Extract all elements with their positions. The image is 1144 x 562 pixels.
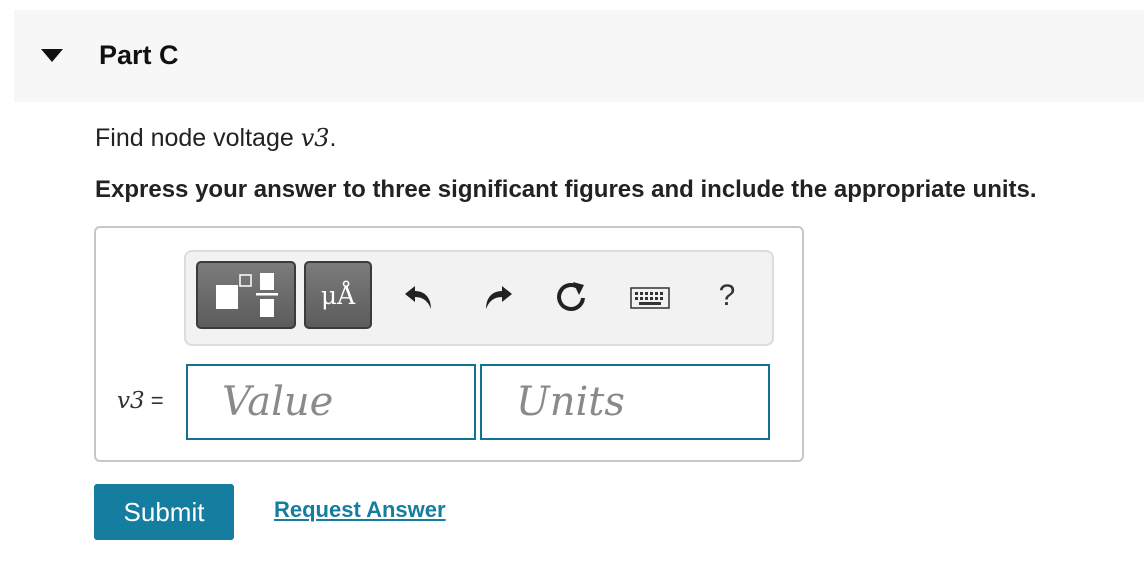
templates-icon [216, 273, 278, 317]
templates-button[interactable] [196, 261, 296, 329]
reset-button[interactable] [553, 276, 591, 316]
keyboard-button[interactable] [629, 276, 671, 316]
value-input[interactable] [186, 364, 476, 440]
instruction-text: Express your answer to three significant… [95, 176, 1037, 203]
part-title: Part C [99, 40, 179, 70]
units-label: μÅ [320, 280, 356, 310]
units-button[interactable]: μÅ [304, 261, 372, 329]
units-input[interactable] [480, 364, 770, 440]
redo-icon [486, 286, 512, 309]
collapse-caret-icon[interactable] [41, 49, 63, 62]
help-button[interactable]: ? [712, 276, 742, 316]
request-answer-link[interactable]: Request Answer [274, 497, 446, 523]
undo-icon [405, 286, 431, 309]
redo-button[interactable] [478, 276, 516, 316]
reset-icon [557, 282, 585, 311]
question-variable: v3 [300, 124, 330, 152]
submit-button[interactable]: Submit [94, 484, 234, 540]
undo-button[interactable] [401, 276, 439, 316]
keyboard-icon [630, 287, 670, 309]
part-header[interactable] [14, 10, 1144, 102]
question-text: Find node voltage v3. [95, 124, 337, 152]
answer-variable-label: v3 = [117, 388, 164, 414]
